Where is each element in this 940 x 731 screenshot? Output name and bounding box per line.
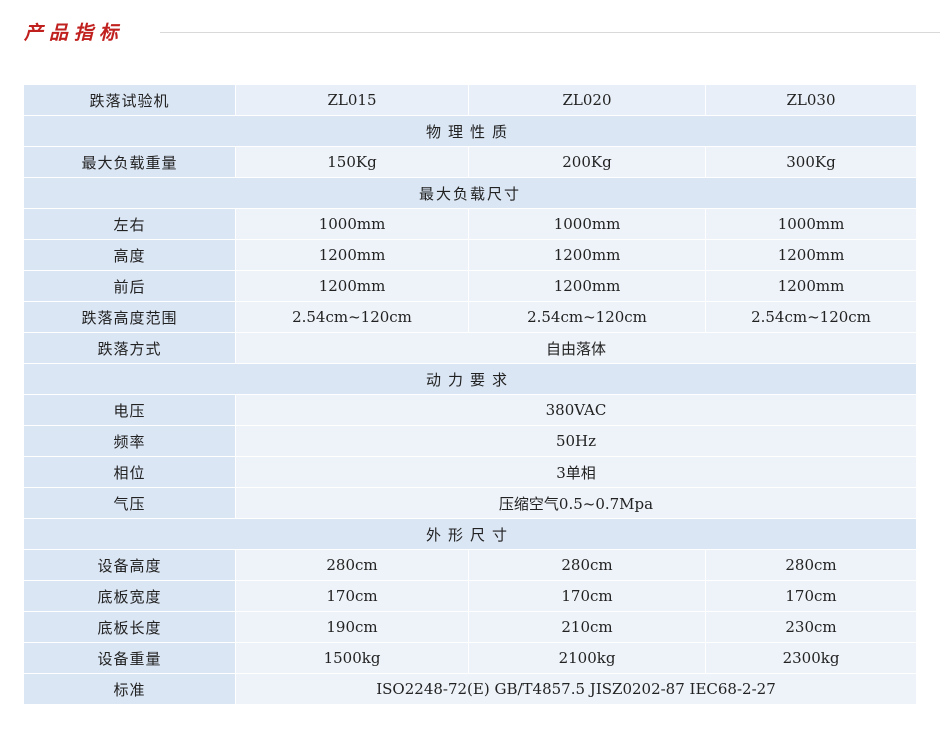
row-label: 设备重量 (23, 642, 236, 674)
cell-value: 230cm (705, 611, 917, 643)
cell-value: 170cm (235, 580, 469, 612)
table-row: 设备高度 280cm 280cm 280cm (23, 549, 917, 581)
cell-value: 210cm (468, 611, 706, 643)
spec-table: 跌落试验机 ZL015 ZL020 ZL030 物理性质 最大负载重量 150K… (23, 84, 917, 705)
table-row: 最大负载重量 150Kg 200Kg 300Kg (23, 146, 917, 178)
cell-value: 2100kg (468, 642, 706, 674)
section-row-power: 动力要求 (23, 363, 917, 395)
cell-value: 1200mm (235, 270, 469, 302)
table-row: 左右 1000mm 1000mm 1000mm (23, 208, 917, 240)
table-row: 气压 压缩空气0.5~0.7Mpa (23, 487, 917, 519)
row-label: 跌落方式 (23, 332, 236, 364)
row-label: 最大负载重量 (23, 146, 236, 178)
row-label: 跌落高度范围 (23, 301, 236, 333)
cell-value: 150Kg (235, 146, 469, 178)
cell-value: 1200mm (468, 239, 706, 271)
table-row: 前后 1200mm 1200mm 1200mm (23, 270, 917, 302)
cell-value: 280cm (235, 549, 469, 581)
cell-value: 3单相 (235, 456, 917, 488)
table-row: 底板宽度 170cm 170cm 170cm (23, 580, 917, 612)
row-label: 高度 (23, 239, 236, 271)
cell-value: 50Hz (235, 425, 917, 457)
cell-value: 380VAC (235, 394, 917, 426)
section-title: 物理性质 (23, 115, 917, 147)
row-label: 左右 (23, 208, 236, 240)
cell-value: 1200mm (705, 270, 917, 302)
cell-value: 2.54cm~120cm (705, 301, 917, 333)
cell-value: 1500kg (235, 642, 469, 674)
row-label: 频率 (23, 425, 236, 457)
cell-value: 2.54cm~120cm (235, 301, 469, 333)
header-model: ZL020 (468, 84, 706, 116)
cell-value: 1200mm (468, 270, 706, 302)
row-label: 标准 (23, 673, 236, 705)
cell-value: 1000mm (705, 208, 917, 240)
row-label: 相位 (23, 456, 236, 488)
row-label: 设备高度 (23, 549, 236, 581)
cell-value: 1200mm (705, 239, 917, 271)
cell-value: 170cm (705, 580, 917, 612)
cell-value: 280cm (468, 549, 706, 581)
cell-value: 280cm (705, 549, 917, 581)
cell-value: 2300kg (705, 642, 917, 674)
row-label: 气压 (23, 487, 236, 519)
header-model: ZL015 (235, 84, 469, 116)
section-title: 外形尺寸 (23, 518, 917, 550)
table-row: 跌落方式 自由落体 (23, 332, 917, 364)
table-row: 电压 380VAC (23, 394, 917, 426)
table-row: 频率 50Hz (23, 425, 917, 457)
cell-value: 190cm (235, 611, 469, 643)
cell-value: 压缩空气0.5~0.7Mpa (235, 487, 917, 519)
table-row: 跌落高度范围 2.54cm~120cm 2.54cm~120cm 2.54cm~… (23, 301, 917, 333)
cell-value: 300Kg (705, 146, 917, 178)
section-row-outline: 外形尺寸 (23, 518, 917, 550)
cell-value: 1200mm (235, 239, 469, 271)
section-row-load-size: 最大负载尺寸 (23, 177, 917, 209)
cell-value: ISO2248-72(E) GB/T4857.5 JISZ0202-87 IEC… (235, 673, 917, 705)
section-title: 最大负载尺寸 (23, 177, 917, 209)
cell-value: 1000mm (468, 208, 706, 240)
table-header-row: 跌落试验机 ZL015 ZL020 ZL030 (23, 84, 917, 116)
row-label: 底板宽度 (23, 580, 236, 612)
header-model: ZL030 (705, 84, 917, 116)
row-label: 电压 (23, 394, 236, 426)
section-row-physical: 物理性质 (23, 115, 917, 147)
table-row: 底板长度 190cm 210cm 230cm (23, 611, 917, 643)
table-row: 设备重量 1500kg 2100kg 2300kg (23, 642, 917, 674)
header-label: 跌落试验机 (23, 84, 236, 116)
cell-value: 2.54cm~120cm (468, 301, 706, 333)
cell-value: 200Kg (468, 146, 706, 178)
cell-value: 1000mm (235, 208, 469, 240)
cell-value: 170cm (468, 580, 706, 612)
table-row: 相位 3单相 (23, 456, 917, 488)
table-row: 高度 1200mm 1200mm 1200mm (23, 239, 917, 271)
row-label: 前后 (23, 270, 236, 302)
cell-value: 自由落体 (235, 332, 917, 364)
heading-divider (160, 32, 940, 33)
row-label: 底板长度 (23, 611, 236, 643)
table-row: 标准 ISO2248-72(E) GB/T4857.5 JISZ0202-87 … (23, 673, 917, 705)
section-title: 动力要求 (23, 363, 917, 395)
section-heading: 产品指标 (24, 22, 125, 44)
